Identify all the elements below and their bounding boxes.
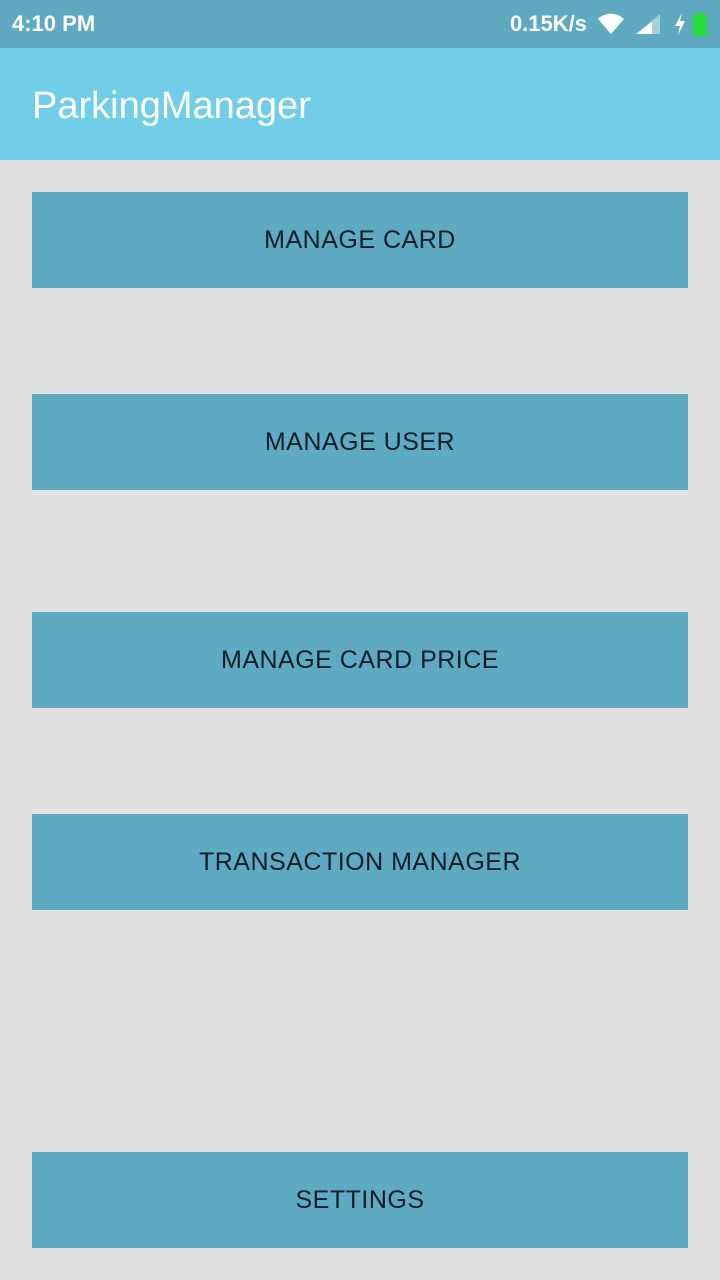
app-bar: ParkingManager <box>0 48 720 160</box>
battery-icon <box>693 12 707 36</box>
manage-user-button[interactable]: MANAGE USER <box>32 394 688 490</box>
app-title: ParkingManager <box>32 85 311 127</box>
transaction-manager-button[interactable]: TRANSACTION MANAGER <box>32 814 688 910</box>
network-speed: 0.15K/s <box>509 11 587 36</box>
signal-icon <box>636 14 660 34</box>
status-bar: 4:10 PM 0.15K/s <box>0 0 720 48</box>
wifi-icon <box>598 13 624 34</box>
charging-bolt-icon <box>675 13 685 35</box>
manage-card-price-button[interactable]: MANAGE CARD PRICE <box>32 612 688 708</box>
status-time: 4:10 PM <box>12 11 96 36</box>
manage-card-button[interactable]: MANAGE CARD <box>32 192 688 288</box>
settings-button[interactable]: SETTINGS <box>32 1152 688 1248</box>
